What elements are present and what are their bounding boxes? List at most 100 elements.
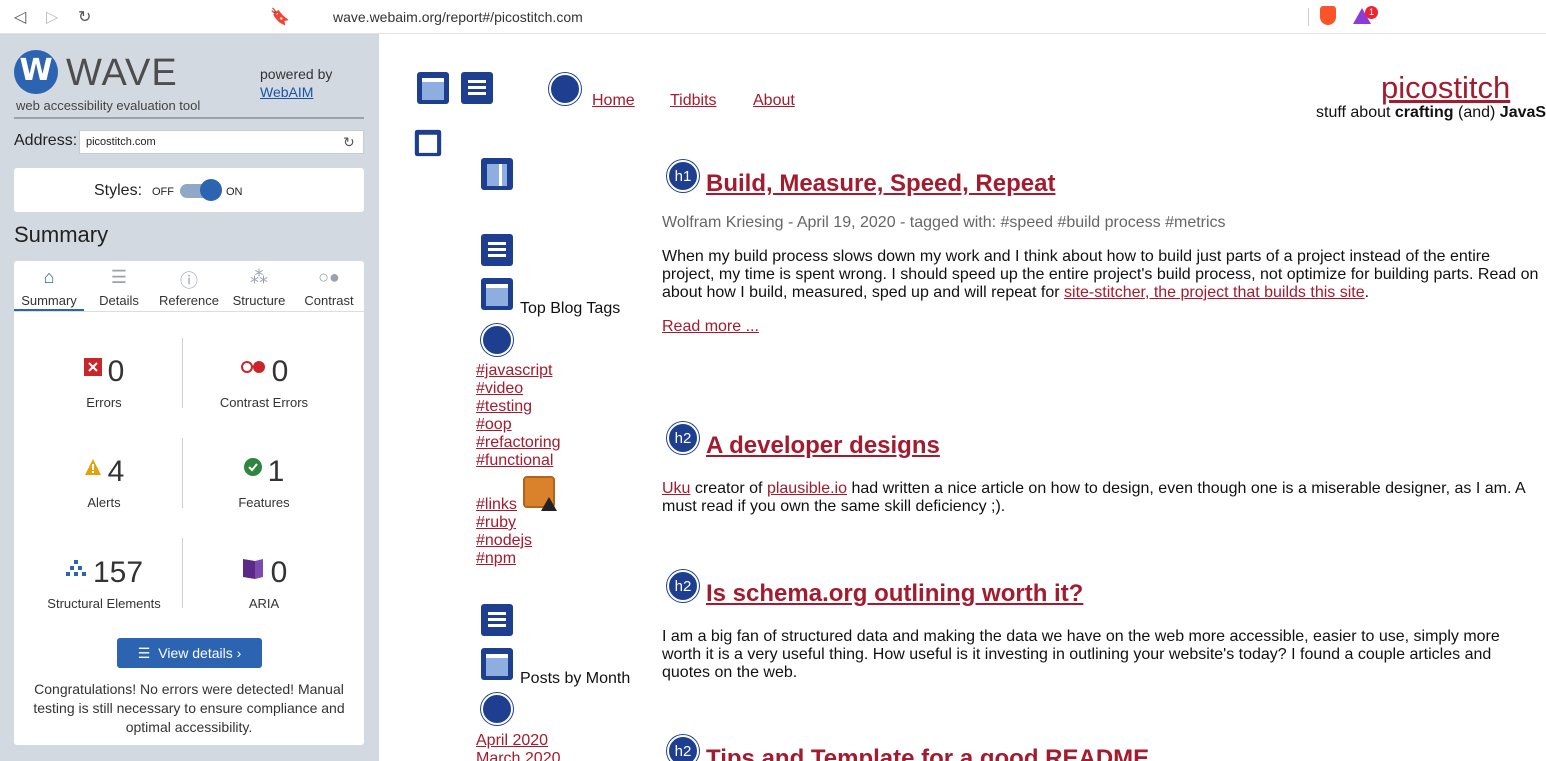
view-details-button[interactable]: ☰ View details › (117, 638, 262, 668)
styles-label: Styles: (94, 182, 143, 199)
alerts-count: 4 (107, 455, 125, 488)
stat-errors[interactable]: 0 Errors (24, 355, 184, 410)
stat-alerts[interactable]: 4 Alerts (24, 455, 184, 510)
navigation-region-icon[interactable] (480, 233, 514, 267)
site-tagline: stuff about crafting (and) JavaS (1316, 104, 1546, 122)
heading-region-icon[interactable] (480, 647, 514, 681)
brave-shield-icon[interactable] (1320, 6, 1336, 25)
wave-subtitle: web accessibility evaluation tool (16, 98, 201, 113)
contrast-errors-count: 0 (271, 355, 289, 388)
address-input[interactable]: picostitch.com (79, 130, 364, 154)
tab-reference[interactable]: ⓘ Reference (154, 261, 224, 311)
tagline-bold: JavaS (1499, 104, 1546, 121)
styles-off-label: OFF (152, 186, 174, 198)
alert-icon (84, 459, 101, 475)
tag-link[interactable]: #links (476, 496, 532, 514)
nav-tidbits-link[interactable]: Tidbits (670, 92, 717, 110)
bookmark-icon[interactable]: 🔖 (270, 7, 290, 27)
feature-icon (243, 458, 262, 476)
powered-by-label: powered by (260, 66, 333, 82)
navigation-region-icon[interactable] (460, 71, 494, 105)
tagline-text: (and) (1453, 104, 1500, 121)
top-blog-tags-heading: Top Blog Tags (520, 300, 621, 317)
tab-details[interactable]: ☰ Details (84, 261, 154, 311)
tab-label: Contrast (304, 293, 354, 308)
post-meta: Wolfram Kriesing - April 19, 2020 - tagg… (662, 214, 1226, 231)
structural-label: Structural Elements (47, 596, 161, 611)
tab-label: Summary (21, 293, 77, 308)
h1-badge[interactable]: h1 (667, 160, 699, 192)
tag-link[interactable]: #video (476, 380, 561, 398)
tag-link[interactable]: #nodejs (476, 532, 532, 550)
back-icon[interactable]: ◁ (14, 7, 26, 27)
stat-structural[interactable]: 157 Structural Elements (24, 556, 184, 611)
plausible-link[interactable]: plausible.io (767, 480, 847, 497)
wave-logo-icon: W (14, 50, 58, 94)
stat-features[interactable]: 1 Features (184, 455, 344, 510)
site-stitcher-link[interactable]: site-stitcher, the project that builds t… (1064, 284, 1365, 301)
site-title-link[interactable]: picostitch (1381, 70, 1510, 106)
tag-list: #javascript #video #testing #oop #refact… (476, 362, 561, 470)
contrast-error-icon (240, 361, 265, 373)
tag-link[interactable]: #refactoring (476, 434, 561, 452)
main-region-icon[interactable] (414, 129, 442, 157)
aside-region-icon[interactable] (480, 157, 514, 191)
read-more-link[interactable]: Read more ... (662, 318, 759, 336)
summary-panel: ⌂ Summary ☰ Details ⓘ Reference ⁂ Struct… (14, 261, 364, 745)
contrast-errors-label: Contrast Errors (219, 395, 309, 410)
reload-icon[interactable]: ↻ (78, 7, 91, 27)
tag-link[interactable]: #functional (476, 452, 561, 470)
month-link[interactable]: March 2020 (476, 750, 561, 761)
h2-badge[interactable]: h2 (667, 570, 699, 602)
structural-count: 157 (92, 556, 144, 589)
heading-region-icon[interactable] (480, 277, 514, 311)
post-title-link[interactable]: Tips and Template for a good README (706, 745, 1149, 761)
address-bar[interactable]: wave.webaim.org/report#/picostitch.com (300, 4, 1380, 30)
list-icon[interactable] (549, 73, 581, 105)
page-preview: Home Tidbits About picostitch stuff abou… (379, 34, 1546, 761)
tag-link[interactable]: #npm (476, 550, 532, 568)
h2-badge[interactable]: h2 (667, 422, 699, 454)
features-label: Features (238, 495, 290, 510)
alerts-label: Alerts (87, 495, 121, 510)
webaim-link[interactable]: WebAIM (260, 84, 313, 100)
post-excerpt: I am a big fan of structured data and ma… (662, 628, 1500, 681)
tag-link[interactable]: #oop (476, 416, 561, 434)
tag-link[interactable]: #testing (476, 398, 561, 416)
tab-contrast[interactable]: ○● Contrast (294, 261, 364, 311)
errors-count: 0 (107, 355, 125, 388)
aria-label: ARIA (248, 596, 280, 611)
list-icon[interactable] (481, 693, 513, 725)
list-icon: ☰ (137, 645, 151, 661)
tagline-text: stuff about (1316, 104, 1395, 121)
month-link[interactable]: April 2020 (476, 732, 561, 750)
post-title-link[interactable]: Build, Measure, Speed, Repeat (706, 170, 1055, 198)
month-list: April 2020 March 2020 (476, 732, 561, 761)
browser-toolbar: ◁ ▷ ↻ 🔖 wave.webaim.org/report#/picostit… (0, 0, 1546, 34)
tag-link[interactable]: #ruby (476, 514, 532, 532)
styles-on-label: ON (226, 186, 243, 198)
uku-link[interactable]: Uku (662, 480, 690, 497)
info-icon: ⓘ (180, 271, 198, 291)
navigation-region-icon[interactable] (480, 603, 514, 637)
refresh-icon[interactable]: ↻ (343, 134, 355, 151)
tab-summary[interactable]: ⌂ Summary (14, 261, 84, 311)
stat-aria[interactable]: 0 ARIA (184, 556, 344, 611)
errors-label: Errors (86, 395, 122, 410)
posts-by-month-heading: Posts by Month (520, 670, 631, 687)
tag-link[interactable]: #javascript (476, 362, 561, 380)
wave-title: WAVE (66, 52, 178, 94)
h2-badge[interactable]: h2 (667, 735, 699, 761)
post-title-link[interactable]: A developer designs (706, 432, 940, 460)
structure-icon (65, 560, 86, 576)
toggle-knob[interactable] (200, 179, 222, 201)
stat-contrast-errors[interactable]: 0 Contrast Errors (184, 355, 344, 410)
forward-icon[interactable]: ▷ (46, 7, 58, 27)
list-icon[interactable] (481, 324, 513, 356)
post-title-link[interactable]: Is schema.org outlining worth it? (706, 580, 1083, 608)
header-region-icon[interactable] (416, 71, 450, 105)
nav-about-link[interactable]: About (753, 92, 795, 110)
nav-home-link[interactable]: Home (592, 92, 635, 110)
tab-structure[interactable]: ⁂ Structure (224, 261, 294, 311)
tab-divider (14, 311, 364, 312)
